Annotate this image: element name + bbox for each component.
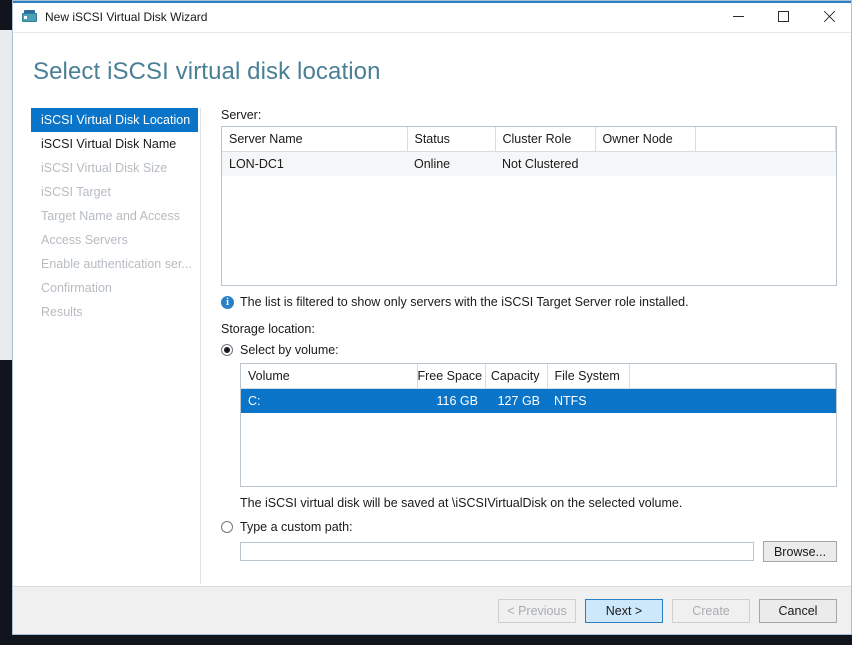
cell-server-name: LON-DC1 — [222, 151, 407, 176]
radio-button-icon[interactable] — [221, 521, 233, 533]
table-header-row: Server Name Status Cluster Role Owner No… — [222, 127, 836, 152]
radio-select-by-volume-label: Select by volume: — [240, 343, 339, 357]
sidebar-item-label: Results — [41, 305, 83, 319]
column-header-capacity[interactable]: Capacity — [485, 364, 548, 389]
wizard-footer: < Previous Next > Create Cancel — [13, 586, 851, 634]
column-header-cluster-role[interactable]: Cluster Role — [495, 127, 596, 152]
sidebar-item-disk-name[interactable]: iSCSI Virtual Disk Name — [31, 132, 200, 156]
close-button[interactable] — [806, 1, 851, 32]
cell-owner-node — [595, 151, 695, 176]
sidebar-item-enable-authentication: Enable authentication ser... — [31, 252, 200, 276]
wizard-steps-sidebar: iSCSI Virtual Disk Location iSCSI Virtua… — [13, 108, 201, 584]
radio-select-by-volume[interactable]: Select by volume: — [221, 343, 837, 357]
cancel-button[interactable]: Cancel — [759, 598, 837, 623]
sidebar-item-label: iSCSI Virtual Disk Name — [41, 137, 177, 151]
table-row[interactable]: LON-DC1 Online Not Clustered — [222, 151, 836, 176]
column-header-filler — [629, 364, 836, 389]
sidebar-item-label: Confirmation — [41, 281, 112, 295]
cell-filler — [629, 388, 836, 413]
save-location-hint: The iSCSI virtual disk will be saved at … — [240, 496, 683, 510]
cell-volume: C: — [241, 388, 417, 413]
minimize-button[interactable] — [716, 1, 761, 32]
table-row[interactable]: C: 116 GB 127 GB NTFS — [241, 388, 836, 413]
create-button: Create — [672, 598, 750, 623]
server-table[interactable]: Server Name Status Cluster Role Owner No… — [221, 126, 837, 286]
cell-file-system: NTFS — [547, 388, 629, 413]
cell-status: Online — [407, 151, 495, 176]
screen: New iSCSI Virtual Disk Wizard Select iSC… — [0, 0, 852, 645]
radio-custom-path-label: Type a custom path: — [240, 520, 353, 534]
sidebar-item-label: Target Name and Access — [41, 209, 180, 223]
wizard-content: Server: Server Name Status Cluster Role … — [201, 108, 851, 584]
server-label: Server: — [221, 108, 262, 122]
sidebar-item-target-name-access: Target Name and Access — [31, 204, 200, 228]
info-message: i The list is filtered to show only serv… — [221, 295, 837, 309]
column-header-filler — [695, 127, 836, 152]
storage-location-label: Storage location: — [221, 322, 315, 336]
sidebar-item-iscsi-target: iSCSI Target — [31, 180, 200, 204]
column-header-file-system[interactable]: File System — [547, 364, 630, 389]
sidebar-item-label: Access Servers — [41, 233, 128, 247]
table-header-row: Volume Free Space Capacity File System — [241, 364, 836, 389]
iscsi-disk-icon — [21, 9, 38, 25]
cell-capacity: 127 GB — [485, 388, 547, 413]
next-button[interactable]: Next > — [585, 598, 663, 623]
background-bottom-edge — [0, 635, 852, 645]
cell-free-space: 116 GB — [417, 388, 485, 413]
minimize-icon — [733, 16, 744, 17]
info-message-text: The list is filtered to show only server… — [240, 295, 689, 309]
browse-button[interactable]: Browse... — [763, 541, 837, 562]
titlebar-accent-line — [13, 1, 851, 3]
window-title: New iSCSI Virtual Disk Wizard — [45, 9, 208, 24]
wizard-body: iSCSI Virtual Disk Location iSCSI Virtua… — [13, 108, 851, 584]
sidebar-item-label: iSCSI Virtual Disk Size — [41, 161, 168, 175]
column-header-owner-node[interactable]: Owner Node — [595, 127, 696, 152]
wizard-window: New iSCSI Virtual Disk Wizard Select iSC… — [12, 0, 852, 635]
sidebar-item-label: iSCSI Target — [41, 185, 111, 199]
background-left-panel — [0, 30, 12, 360]
cell-cluster-role: Not Clustered — [495, 151, 595, 176]
sidebar-item-label: iSCSI Virtual Disk Location — [41, 113, 191, 127]
cell-filler — [695, 151, 836, 176]
column-header-volume[interactable]: Volume — [241, 364, 418, 389]
column-header-server-name[interactable]: Server Name — [222, 127, 408, 152]
sidebar-item-label: Enable authentication ser... — [41, 257, 192, 271]
column-header-status[interactable]: Status — [407, 127, 496, 152]
custom-path-row: Browse... — [240, 541, 837, 562]
sidebar-item-disk-size: iSCSI Virtual Disk Size — [31, 156, 200, 180]
column-header-free-space[interactable]: Free Space — [417, 364, 486, 389]
sidebar-item-results: Results — [31, 300, 200, 324]
radio-custom-path[interactable]: Type a custom path: — [221, 520, 837, 534]
previous-button: < Previous — [498, 598, 576, 623]
volume-table[interactable]: Volume Free Space Capacity File System C… — [240, 363, 837, 487]
close-icon — [823, 11, 835, 23]
titlebar[interactable]: New iSCSI Virtual Disk Wizard — [13, 1, 851, 33]
window-controls — [716, 1, 851, 32]
maximize-button[interactable] — [761, 1, 806, 32]
sidebar-item-access-servers: Access Servers — [31, 228, 200, 252]
radio-button-icon[interactable] — [221, 344, 233, 356]
sidebar-item-confirmation: Confirmation — [31, 276, 200, 300]
maximize-icon — [778, 11, 789, 22]
custom-path-input[interactable] — [240, 542, 754, 561]
sidebar-item-disk-location[interactable]: iSCSI Virtual Disk Location — [31, 108, 198, 132]
info-icon: i — [221, 296, 234, 309]
page-title: Select iSCSI virtual disk location — [33, 58, 381, 85]
